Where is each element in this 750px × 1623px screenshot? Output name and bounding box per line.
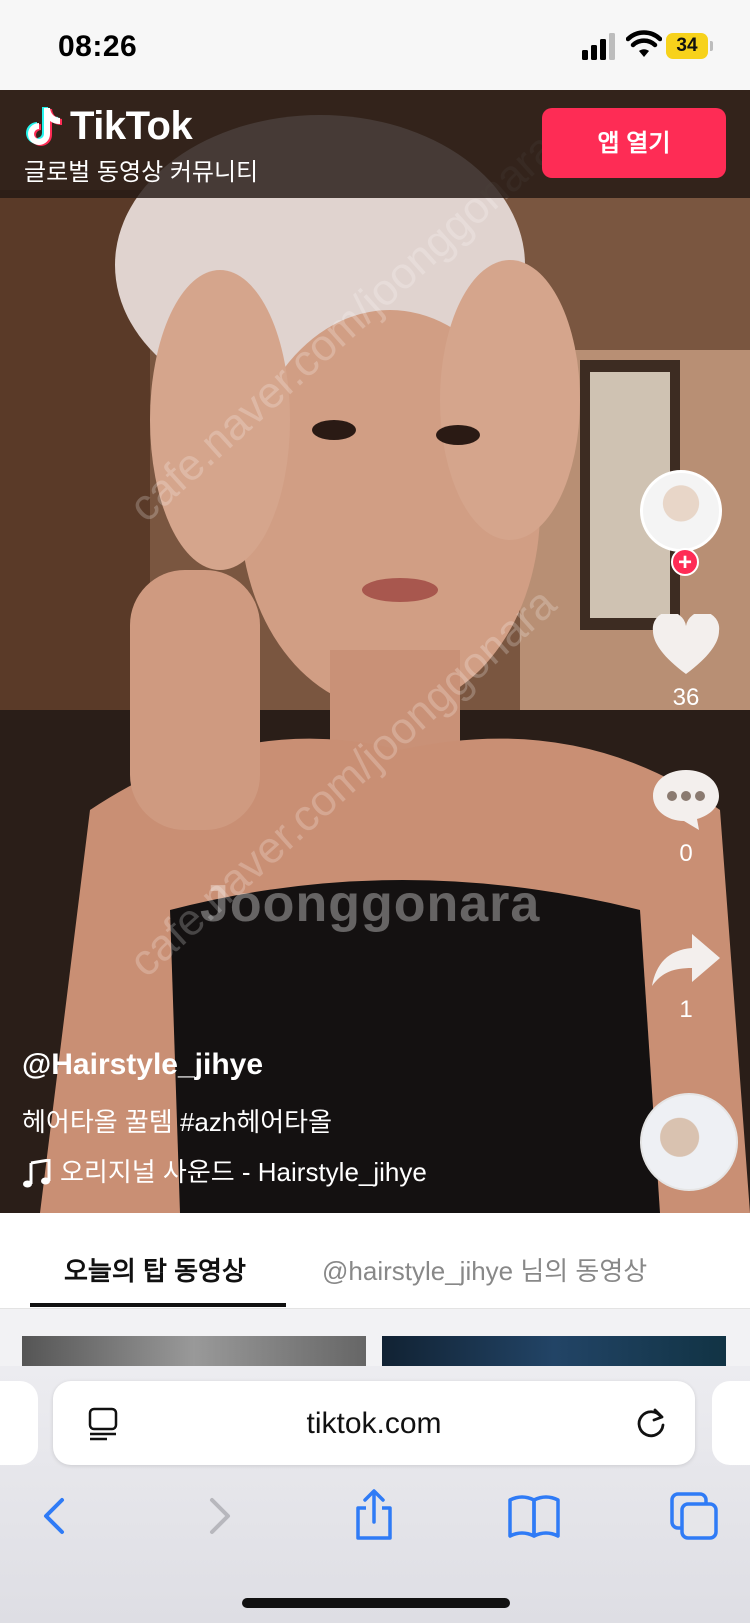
tiktok-brand: TikTok [70, 104, 193, 148]
wifi-icon [626, 30, 662, 57]
music-info[interactable]: 오리지널 사운드 - Hairstyle_jihye [22, 1152, 427, 1189]
video-tabs: 오늘의 탑 동영상 @hairstyle_jihye 님의 동영상 [0, 1213, 750, 1309]
creator-avatar[interactable] [640, 470, 722, 552]
reload-icon[interactable] [633, 1405, 669, 1441]
video-frame-image [0, 90, 750, 1213]
banner-subtitle: 글로벌 동영상 커뮤니티 [24, 159, 259, 186]
tabs-icon[interactable] [666, 1488, 722, 1544]
like-action[interactable]: 36 [646, 614, 726, 712]
comment-count: 0 [679, 840, 693, 867]
music-note-icon [23, 1159, 51, 1188]
tiktok-logo-icon [26, 107, 62, 146]
battery-level: 34 [666, 33, 708, 59]
bookmarks-icon[interactable] [506, 1488, 562, 1544]
share-count: 1 [679, 996, 693, 1023]
heart-icon [652, 614, 720, 674]
follow-plus-icon[interactable]: + [671, 548, 699, 576]
tab-user-videos[interactable]: @hairstyle_jihye 님의 동영상 [322, 1251, 647, 1288]
cellular-signal-icon [582, 33, 615, 60]
active-tab-indicator [30, 1303, 286, 1307]
status-bar: 08:26 34 [0, 0, 750, 90]
tab-top-videos[interactable]: 오늘의 탑 동영상 [64, 1251, 246, 1288]
share-action[interactable]: 1 [646, 932, 726, 1024]
open-app-button[interactable]: 앱 열기 [542, 108, 726, 178]
music-disc-avatar[interactable] [640, 1093, 738, 1191]
music-title: 오리지널 사운드 - Hairstyle_jihye [60, 1157, 427, 1187]
comment-icon [653, 770, 719, 830]
next-tab-preview[interactable] [712, 1381, 750, 1465]
status-time: 08:26 [58, 30, 138, 63]
share-icon [652, 934, 720, 986]
share-page-icon[interactable] [346, 1488, 402, 1544]
tiktok-app-banner: TikTok 글로벌 동영상 커뮤니티 앱 열기 [0, 90, 750, 198]
forward-icon[interactable] [190, 1488, 246, 1544]
back-icon[interactable] [28, 1488, 84, 1544]
address-bar[interactable]: tiktok.com [53, 1381, 695, 1465]
creator-username[interactable]: @Hairstyle_jihye [22, 1048, 263, 1082]
home-indicator [242, 1598, 510, 1608]
video-description: 헤어타올 꿀템 #azh헤어타올 [22, 1107, 333, 1137]
comment-action[interactable]: 0 [646, 768, 726, 868]
url-text: tiktok.com [306, 1407, 442, 1440]
video-player[interactable]: Joonggonara cafe.naver.com/joonggonara c… [0, 90, 750, 1213]
battery-indicator: 34 [666, 33, 714, 59]
previous-tab-preview[interactable] [0, 1381, 38, 1465]
like-count: 36 [672, 684, 700, 711]
